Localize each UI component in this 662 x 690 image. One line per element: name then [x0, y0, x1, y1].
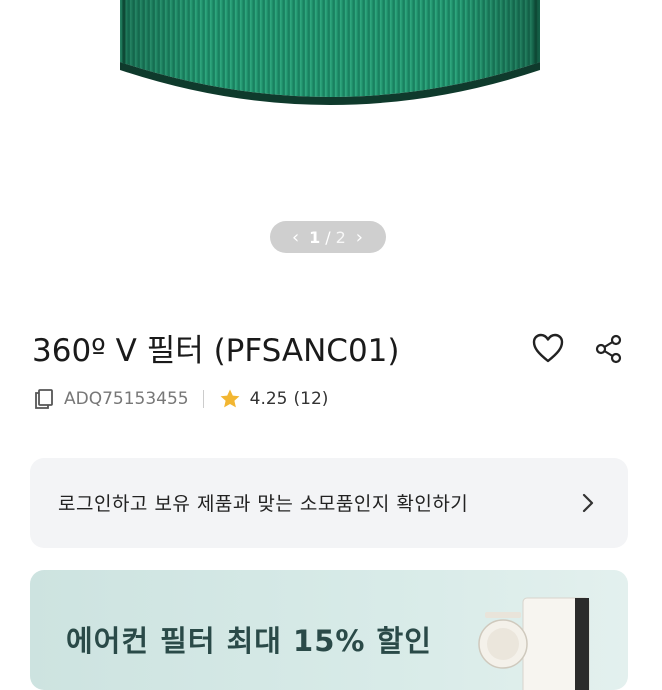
share-icon[interactable]: [592, 332, 626, 366]
product-title: 360º V 필터 (PFSANC01): [32, 333, 400, 369]
heart-icon[interactable]: [530, 330, 566, 366]
star-icon: [220, 389, 240, 408]
model-code: ADQ75153455: [64, 389, 189, 409]
meta-divider: [202, 390, 204, 408]
gallery-pager: ‹ 1 / 2 ›: [270, 221, 386, 253]
pager-current: 1: [309, 227, 322, 247]
review-count[interactable]: (12): [294, 389, 329, 409]
product-image-gallery[interactable]: ‹ 1 / 2 ›: [0, 0, 662, 290]
rating-value: 4.25: [249, 389, 288, 409]
chevron-right-icon: [582, 493, 594, 513]
pager-separator: /: [325, 227, 332, 247]
product-meta-row: ADQ75153455 4.25 (12): [32, 385, 328, 413]
chevron-left-icon[interactable]: ‹: [283, 227, 309, 248]
copy-icon[interactable]: [32, 387, 56, 411]
login-check-text: 로그인하고 보유 제품과 맞는 소모품인지 확인하기: [58, 493, 469, 515]
pager-total: 2: [335, 227, 347, 247]
promo-banner[interactable]: 에어컨 필터 최대 15% 할인: [30, 570, 628, 690]
chevron-right-icon[interactable]: ›: [347, 227, 373, 248]
login-check-banner[interactable]: 로그인하고 보유 제품과 맞는 소모품인지 확인하기: [30, 458, 628, 548]
air-conditioner-image: [478, 597, 590, 690]
promo-text: 에어컨 필터 최대 15% 할인: [66, 624, 432, 658]
